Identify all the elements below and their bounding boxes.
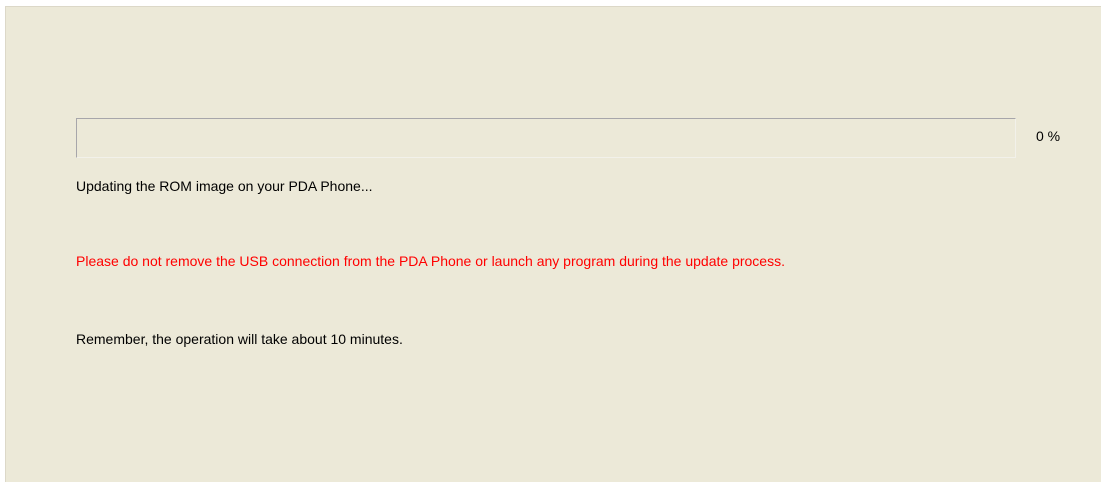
progress-bar xyxy=(76,118,1016,158)
warning-message: Please do not remove the USB connection … xyxy=(76,253,785,269)
reminder-message: Remember, the operation will take about … xyxy=(76,331,403,347)
progress-percent-label: 0 % xyxy=(1036,128,1061,144)
update-panel xyxy=(5,6,1101,482)
status-message: Updating the ROM image on your PDA Phone… xyxy=(76,178,373,194)
